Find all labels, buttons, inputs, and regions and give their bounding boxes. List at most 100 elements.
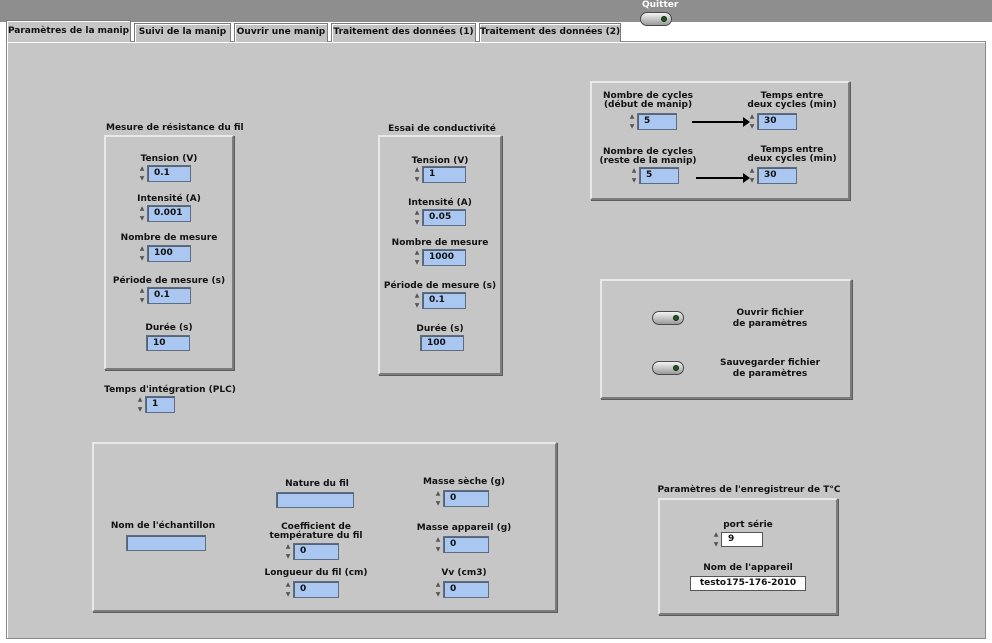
longueur-input[interactable]: 0 [293, 581, 339, 598]
intensite-input[interactable]: 0.001 [147, 205, 191, 222]
nb-mesure-label: Nombre de mesure [391, 238, 489, 248]
nb-cycles-reste-control[interactable]: ▲ ▼ 5 [630, 167, 680, 184]
temps-debut-control[interactable]: ▲ ▼ 30 [748, 113, 798, 130]
tension-label: Tension (V) [411, 156, 469, 166]
title-bar [0, 0, 992, 22]
enregistreur-group: port série ▲ ▼ 9 Nom de l'appareil testo1… [658, 498, 838, 615]
integration-input[interactable]: 1 [145, 396, 175, 413]
spinner-icon[interactable]: ▲ ▼ [284, 581, 292, 598]
duree-label: Durée (s) [145, 323, 193, 333]
periode-label: Période de mesure (s) [383, 281, 497, 291]
spinner-icon[interactable]: ▲ ▼ [413, 292, 421, 309]
sauvegarder-fichier-button[interactable] [652, 361, 684, 375]
intensite-label: Intensité (A) [137, 194, 201, 204]
tension-control[interactable]: ▲ ▼ 1 [413, 166, 469, 183]
spinner-icon[interactable]: ▲ ▼ [628, 113, 636, 130]
spinner-icon[interactable]: ▲ ▼ [138, 287, 146, 304]
ouvrir-fichier-button[interactable] [652, 311, 684, 325]
spinner-icon[interactable]: ▲ ▼ [138, 205, 146, 222]
spinner-icon[interactable]: ▲ ▼ [413, 166, 421, 183]
quit-label: Quitter [642, 0, 679, 10]
periode-input[interactable]: 0.1 [422, 292, 466, 309]
integration-control[interactable]: ▲ ▼ 1 [136, 396, 176, 413]
led-icon [673, 365, 679, 371]
port-serie-control[interactable]: ▲ ▼ 9 [712, 531, 768, 548]
integration-label: Temps d'intégration (PLC) [104, 385, 236, 395]
masse-appareil-input[interactable]: 0 [443, 536, 489, 553]
nb-cycles-debut-control[interactable]: ▲ ▼ 5 [628, 113, 678, 130]
spinner-icon[interactable]: ▲ ▼ [712, 531, 720, 548]
temps-reste-control[interactable]: ▲ ▼ 30 [748, 167, 798, 184]
tab-suivi[interactable]: Suivi de la manip [134, 23, 231, 42]
spinner-icon[interactable]: ▲ ▼ [413, 249, 421, 266]
tab-traitement-2[interactable]: Traitement des données (2) [479, 23, 621, 42]
spinner-icon[interactable]: ▲ ▼ [434, 536, 442, 553]
nom-appareil-label: Nom de l'appareil [703, 563, 793, 573]
conductivite-title: Essai de conductivité [388, 124, 496, 134]
nb-mesure-control[interactable]: ▲ ▼ 1000 [413, 249, 469, 266]
masse-appareil-control[interactable]: ▲ ▼ 0 [434, 536, 492, 553]
tension-input[interactable]: 0.1 [147, 165, 191, 182]
spinner-icon[interactable]: ▲ ▼ [413, 209, 421, 226]
tab-traitement-1[interactable]: Traitement des données (1) [331, 23, 476, 42]
nature-fil-input[interactable] [276, 492, 354, 508]
enregistreur-title: Paramètres de l'enregistreur de T°C [657, 485, 841, 495]
spinner-icon[interactable]: ▲ ▼ [138, 245, 146, 262]
masse-appareil-label: Masse appareil (g) [416, 523, 512, 533]
temps-debut-input[interactable]: 30 [757, 113, 797, 130]
periode-input[interactable]: 0.1 [147, 287, 191, 304]
intensite-control[interactable]: ▲ ▼ 0.001 [138, 205, 194, 222]
intensite-input[interactable]: 0.05 [422, 209, 466, 226]
coef-input[interactable]: 0 [293, 543, 339, 560]
arrow-right-icon [692, 117, 750, 127]
duree-label: Durée (s) [416, 324, 464, 334]
sauver-label-2: de paramètres [732, 369, 808, 379]
nb-cycles-debut-label-2: (début de manip) [603, 100, 693, 110]
vv-input[interactable]: 0 [443, 581, 489, 598]
conductivite-group: Tension (V) ▲ ▼ 1 Intensité (A) ▲ ▼ 0.05 N… [378, 135, 502, 375]
periode-control[interactable]: ▲ ▼ 0.1 [138, 287, 194, 304]
tension-label: Tension (V) [140, 154, 198, 164]
spinner-icon[interactable]: ▲ ▼ [748, 167, 756, 184]
tension-control[interactable]: ▲ ▼ 0.1 [138, 165, 194, 182]
tab-ouvrir[interactable]: Ouvrir une manip [234, 23, 328, 42]
tension-input[interactable]: 1 [422, 166, 466, 183]
spinner-icon[interactable]: ▲ ▼ [434, 490, 442, 507]
intensite-control[interactable]: ▲ ▼ 0.05 [413, 209, 469, 226]
nb-cycles-reste-input[interactable]: 5 [639, 167, 679, 184]
spinner-icon[interactable]: ▲ ▼ [434, 581, 442, 598]
port-serie-label: port série [723, 520, 773, 530]
resistance-group: Tension (V) ▲ ▼ 0.1 Intensité (A) ▲ ▼ 0.00… [104, 135, 234, 370]
periode-label: Période de mesure (s) [112, 276, 226, 286]
nom-echantillon-label: Nom de l'échantillon [110, 521, 216, 531]
spinner-icon[interactable]: ▲ ▼ [136, 396, 144, 413]
nb-cycles-reste-label-2: (reste de la manip) [599, 156, 697, 166]
nb-mesure-input[interactable]: 100 [147, 245, 191, 262]
nom-echantillon-input[interactable] [126, 535, 206, 551]
spinner-icon[interactable]: ▲ ▼ [284, 543, 292, 560]
nb-mesure-control[interactable]: ▲ ▼ 100 [138, 245, 194, 262]
tab-parametres[interactable]: Paramètres de la manip [6, 20, 131, 42]
quit-button[interactable] [640, 12, 672, 26]
nb-cycles-debut-input[interactable]: 5 [637, 113, 677, 130]
spinner-icon[interactable]: ▲ ▼ [748, 113, 756, 130]
masse-seche-control[interactable]: ▲ ▼ 0 [434, 490, 492, 507]
nature-fil-label: Nature du fil [285, 479, 349, 489]
port-serie-input[interactable]: 9 [721, 532, 763, 547]
fichiers-group: Ouvrir fichier de paramètres Sauvegarder… [600, 279, 852, 399]
spinner-icon[interactable]: ▲ ▼ [138, 165, 146, 182]
masse-seche-input[interactable]: 0 [443, 490, 489, 507]
nom-appareil-input[interactable]: testo175-176-2010 [690, 576, 806, 591]
vv-control[interactable]: ▲ ▼ 0 [434, 581, 492, 598]
temps-reste-input[interactable]: 30 [757, 167, 797, 184]
ouvrir-label-2: de paramètres [732, 319, 808, 329]
temps-reste-label-2: deux cycles (min) [747, 154, 837, 164]
echantillon-group: Nom de l'échantillon Nature du fil Coeff… [92, 442, 557, 612]
periode-control[interactable]: ▲ ▼ 0.1 [413, 292, 469, 309]
longueur-control[interactable]: ▲ ▼ 0 [284, 581, 342, 598]
masse-seche-label: Masse sèche (g) [422, 477, 506, 487]
coef-control[interactable]: ▲ ▼ 0 [284, 543, 342, 560]
arrow-right-icon [696, 173, 750, 183]
spinner-icon[interactable]: ▲ ▼ [630, 167, 638, 184]
nb-mesure-input[interactable]: 1000 [422, 249, 466, 266]
